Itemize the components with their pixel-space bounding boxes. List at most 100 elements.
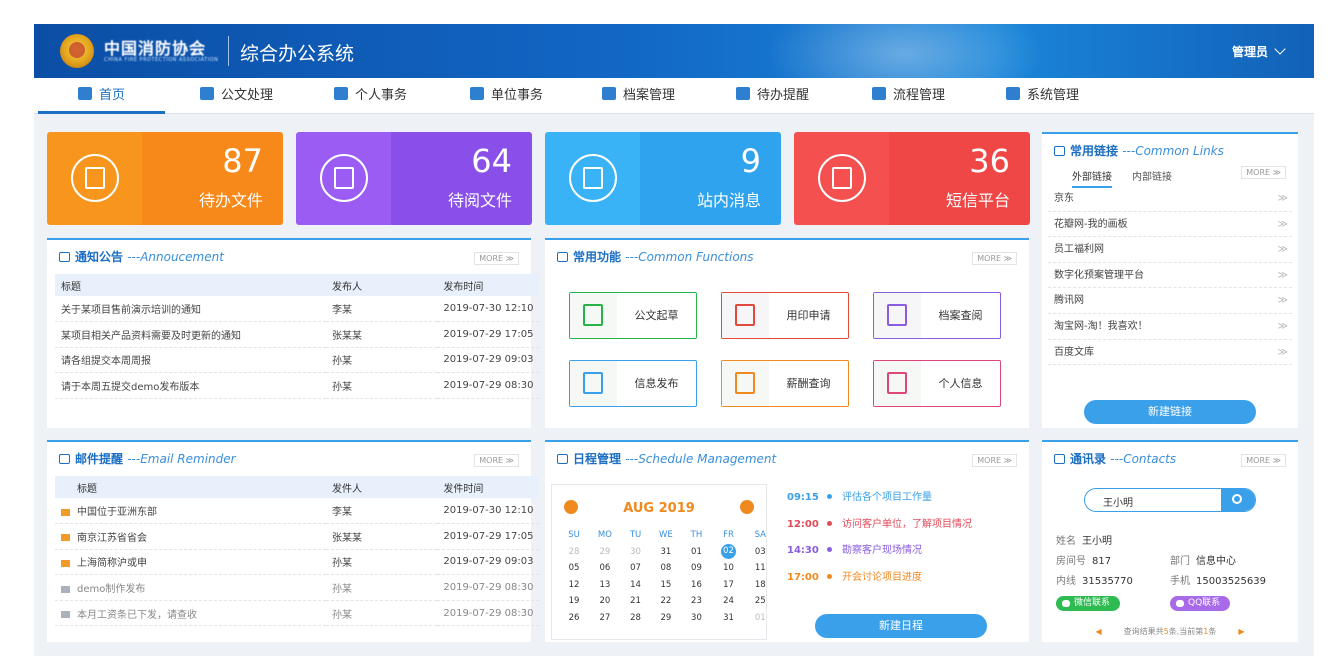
calendar-day[interactable]: 03: [747, 544, 774, 561]
calendar-day[interactable]: 15: [649, 577, 682, 594]
function-button-1[interactable]: 用印申请: [721, 292, 849, 339]
calendar-day[interactable]: 02: [710, 544, 746, 561]
email-more-button[interactable]: MORE ≫: [474, 454, 519, 467]
calendar-day[interactable]: 10: [710, 560, 746, 577]
link-item[interactable]: 花瓣网-我的画板 ≫: [1048, 212, 1292, 238]
nav-item-4[interactable]: 档案管理: [602, 78, 675, 114]
stat-tile-2[interactable]: 9 站内消息: [545, 132, 781, 225]
calendar-day[interactable]: 16: [683, 577, 711, 594]
schedule-event[interactable]: 17:00 开会讨论项目进度: [787, 568, 922, 583]
calendar-day[interactable]: 29: [588, 544, 622, 561]
function-button-4[interactable]: 薪酬查询: [721, 360, 849, 407]
links-more-button[interactable]: MORE ≫: [1241, 166, 1286, 179]
mail-icon: [61, 611, 70, 619]
table-row[interactable]: 本月工资条已下发，请查收 孙某 2019-07-29 08:30: [55, 600, 539, 627]
nav-item-6[interactable]: 流程管理: [872, 78, 945, 114]
calendar-day[interactable]: 05: [560, 560, 588, 577]
calendar-day[interactable]: 19: [560, 593, 588, 610]
nav-item-5[interactable]: 待办提醒: [736, 78, 809, 114]
calendar-day[interactable]: 06: [588, 560, 622, 577]
table-cell: 2019-07-29 09:03: [437, 549, 539, 576]
calendar-day[interactable]: 08: [649, 560, 682, 577]
calendar-day[interactable]: 17: [710, 577, 746, 594]
schedule-event[interactable]: 09:15 评估各个项目工作量: [787, 488, 932, 503]
next-month-arrow-icon[interactable]: [740, 500, 754, 514]
calendar-day[interactable]: 25: [747, 593, 774, 610]
link-item[interactable]: 数字化预案管理平台 ≫: [1048, 263, 1292, 289]
pager-next-icon[interactable]: ▶: [1238, 627, 1244, 636]
calendar-day[interactable]: 24: [710, 593, 746, 610]
contact-search-input[interactable]: 王小明: [1084, 488, 1256, 512]
calendar-day[interactable]: 12: [560, 577, 588, 594]
nav-item-7[interactable]: 系统管理: [1006, 78, 1079, 114]
function-button-0[interactable]: 公文起草: [569, 292, 697, 339]
nav-label: 待办提醒: [757, 88, 810, 103]
table-row[interactable]: 请各组提交本周周报 孙某 2019-07-29 09:03: [55, 347, 539, 374]
calendar-day[interactable]: 20: [588, 593, 622, 610]
calendar-day[interactable]: 30: [622, 544, 650, 561]
calendar-day[interactable]: 09: [683, 560, 711, 577]
table-row[interactable]: 南京江苏省省会 张某某 2019-07-29 17:05: [55, 523, 539, 550]
table-row[interactable]: 请于本周五提交demo发布版本 孙某 2019-07-29 08:30: [55, 372, 539, 399]
search-button[interactable]: [1221, 489, 1255, 511]
nav-item-1[interactable]: 公文处理: [200, 78, 273, 114]
calendar-day[interactable]: 07: [622, 560, 650, 577]
calendar-day[interactable]: 11: [747, 560, 774, 577]
stat-tile-0[interactable]: 87 待办文件: [47, 132, 283, 225]
table-header-row: 标题 发布人 发布时间: [55, 274, 539, 296]
calendar-day[interactable]: 01: [747, 610, 774, 627]
calendar-day[interactable]: 31: [710, 610, 746, 627]
tab-internal-links[interactable]: 内部链接: [1132, 172, 1172, 183]
calendar-day[interactable]: 27: [588, 610, 622, 627]
pager-prev-icon[interactable]: ◀: [1095, 627, 1101, 636]
function-button-3[interactable]: 信息发布: [569, 360, 697, 407]
table-row[interactable]: 关于某项目售前演示培训的通知 李某 2019-07-30 12:10: [55, 296, 539, 323]
calendar-day[interactable]: 01: [683, 544, 711, 561]
link-icon: [1054, 145, 1065, 156]
link-item[interactable]: 员工福利网 ≫: [1048, 237, 1292, 263]
user-menu[interactable]: 管理员: [1232, 43, 1286, 60]
calendar-day[interactable]: 14: [622, 577, 650, 594]
link-item[interactable]: 京东 ≫: [1048, 186, 1292, 212]
wechat-contact-button[interactable]: 微信联系: [1056, 596, 1121, 611]
stat-tile-3[interactable]: 36 短信平台: [794, 132, 1030, 225]
function-label: 个人信息: [938, 377, 983, 390]
nav-item-0[interactable]: 首页: [37, 78, 166, 114]
schedule-more-button[interactable]: MORE ≫: [972, 454, 1017, 467]
calendar-day[interactable]: 22: [649, 593, 682, 610]
schedule-event[interactable]: 12:00 访问客户单位，了解项目情况: [787, 515, 972, 530]
calendar-day[interactable]: 28: [560, 544, 588, 561]
double-chevron-right-icon: ≫: [1277, 244, 1288, 256]
calendar-day[interactable]: 28: [622, 610, 650, 627]
calendar-day[interactable]: 29: [649, 610, 682, 627]
table-row[interactable]: 中国位于亚洲东部 李某 2019-07-30 12:10: [55, 498, 539, 525]
calendar-day[interactable]: 23: [683, 593, 711, 610]
new-link-button[interactable]: 新建链接: [1084, 400, 1256, 424]
new-schedule-button[interactable]: 新建日程: [815, 614, 987, 638]
link-item[interactable]: 淘宝网-淘！我喜欢！ ≫: [1048, 314, 1292, 340]
stat-tile-1[interactable]: 64 待阅文件: [296, 132, 532, 225]
function-button-2[interactable]: 档案查阅: [873, 292, 1001, 339]
link-item[interactable]: 百度文库 ≫: [1048, 340, 1292, 366]
announcement-more-button[interactable]: MORE ≫: [474, 252, 519, 265]
schedule-event[interactable]: 14:30 勘察客户现场情况: [787, 541, 922, 556]
calendar-day[interactable]: 30: [683, 610, 711, 627]
calendar-day[interactable]: 13: [588, 577, 622, 594]
function-button-5[interactable]: 个人信息: [873, 360, 1001, 407]
table-row[interactable]: demo制作发布 孙某 2019-07-29 08:30: [55, 574, 539, 601]
calendar-day[interactable]: 21: [622, 593, 650, 610]
nav-item-3[interactable]: 单位事务: [470, 78, 543, 114]
stat-label: 待阅文件: [447, 191, 512, 210]
qq-contact-button[interactable]: QQ联系: [1170, 596, 1231, 611]
calendar-day[interactable]: 18: [747, 577, 774, 594]
calendar-day[interactable]: 26: [560, 610, 588, 627]
contacts-more-button[interactable]: MORE ≫: [1241, 454, 1286, 467]
table-cell: 孙某: [326, 372, 438, 399]
link-item[interactable]: 腾讯网 ≫: [1048, 288, 1292, 314]
calendar-day[interactable]: 31: [649, 544, 682, 561]
functions-more-button[interactable]: MORE ≫: [972, 252, 1017, 265]
nav-item-2[interactable]: 个人事务: [334, 78, 407, 114]
table-row[interactable]: 上海简称沪或申 孙某 2019-07-29 09:03: [55, 549, 539, 576]
table-row[interactable]: 某项目相关产品资料需要及时更新的通知 张某某 2019-07-29 17:05: [55, 321, 539, 348]
contacts-title: 通讯录: [1070, 452, 1107, 466]
